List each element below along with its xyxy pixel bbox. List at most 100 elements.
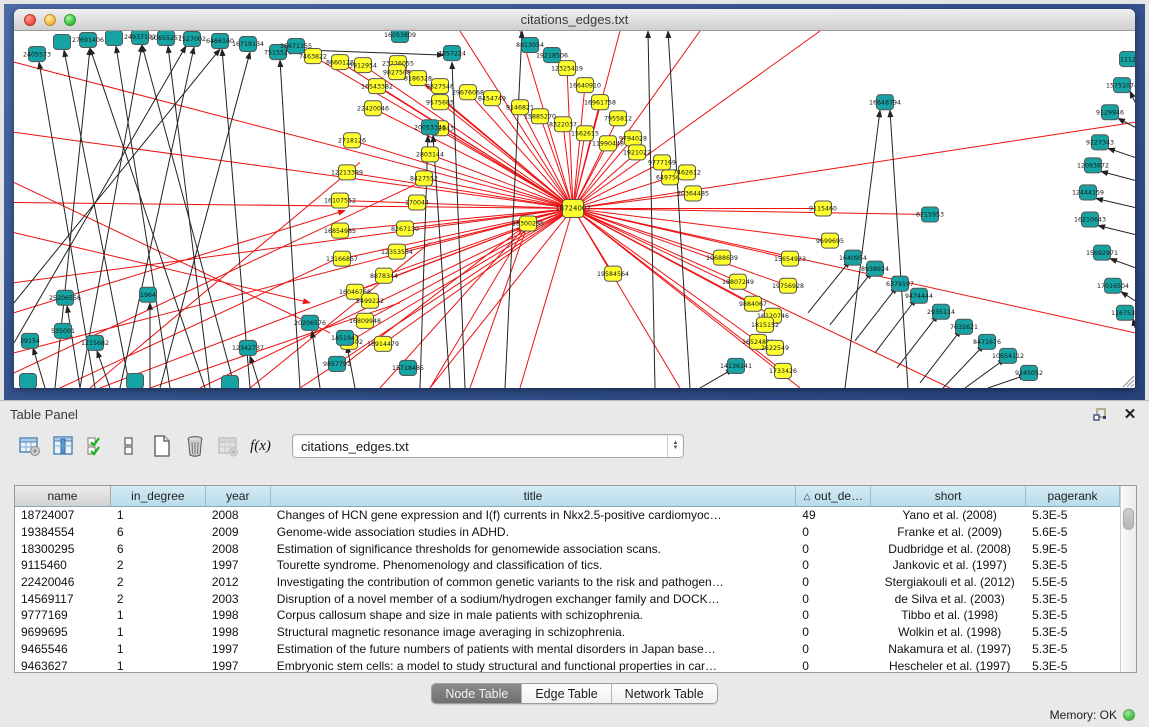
network-edge[interactable]	[384, 208, 573, 275]
table-row[interactable]: 2242004622012Investigating the contribut…	[15, 574, 1120, 591]
network-edge[interactable]	[280, 60, 300, 388]
network-edge[interactable]	[505, 31, 522, 388]
network-node[interactable]	[20, 373, 37, 388]
network-edge[interactable]	[890, 110, 908, 388]
network-node[interactable]: 19756928	[772, 278, 804, 293]
network-edge[interactable]	[830, 272, 872, 325]
network-node[interactable]: 7857224	[438, 46, 466, 61]
network-edge[interactable]	[1130, 91, 1135, 102]
network-node[interactable]: 9857791	[323, 356, 351, 371]
network-view-window[interactable]: citations_edges.txt 24055732769140624937…	[14, 9, 1135, 388]
network-node[interactable]: 1733426	[769, 363, 797, 378]
network-edge[interactable]	[397, 208, 573, 251]
network-edge[interactable]	[668, 31, 690, 388]
network-node[interactable]: 535001	[51, 323, 75, 338]
column-header-title[interactable]: title	[271, 486, 797, 506]
network-node[interactable]: 27691406	[72, 33, 104, 48]
function-builder-icon[interactable]: f(x)	[247, 433, 274, 460]
network-node[interactable]: 8878344	[370, 268, 398, 283]
row-height-icon[interactable]	[115, 433, 142, 460]
network-edge[interactable]	[90, 48, 205, 388]
network-node[interactable]: 9575685	[426, 95, 454, 110]
network-node[interactable]: 6466160	[206, 34, 234, 49]
network-node[interactable]: 2935114	[927, 304, 955, 319]
network-node[interactable]: 9699695	[816, 233, 844, 248]
network-edge[interactable]	[14, 208, 573, 282]
network-node[interactable]: 15654923	[774, 251, 806, 266]
network-node[interactable]: 17016504	[1097, 278, 1129, 293]
network-edge[interactable]	[14, 49, 220, 303]
table-row[interactable]: 911546021997Tourette syndrome. Phenomeno…	[15, 557, 1120, 574]
network-node[interactable]	[222, 375, 239, 388]
network-node[interactable]: 9245052	[1015, 365, 1043, 380]
network-edge[interactable]	[14, 132, 573, 208]
network-node[interactable]: 16719134	[232, 37, 264, 52]
network-edge[interactable]	[1096, 198, 1135, 207]
float-window-icon[interactable]	[1091, 407, 1109, 423]
column-header-year[interactable]: year	[206, 486, 271, 506]
tab-network-table[interactable]: Network Table	[612, 684, 717, 703]
network-node[interactable]: 16640910	[569, 78, 601, 93]
network-canvas[interactable]: 2405573276914062493719110655257152700264…	[14, 31, 1135, 388]
network-node[interactable]: 8938924	[861, 261, 889, 276]
close-light-icon[interactable]	[24, 14, 36, 26]
network-node[interactable]: 1215682	[81, 335, 109, 350]
network-edge[interactable]	[116, 46, 170, 388]
network-edge[interactable]	[430, 154, 573, 208]
network-node[interactable]: 8427552	[410, 171, 438, 186]
network-edge[interactable]	[377, 86, 573, 208]
network-edge[interactable]	[1098, 226, 1135, 235]
import-table-icon[interactable]	[214, 433, 241, 460]
network-node[interactable]: 8471676	[973, 334, 1001, 349]
window-titlebar[interactable]: citations_edges.txt	[14, 9, 1135, 31]
network-edge[interactable]	[573, 31, 700, 208]
network-edge[interactable]	[1108, 148, 1135, 157]
network-node[interactable]: 39154	[20, 333, 40, 348]
network-edge[interactable]	[142, 45, 235, 388]
network-node[interactable]: 25206556	[49, 290, 81, 305]
delete-column-icon[interactable]	[181, 433, 208, 460]
table-row[interactable]: 1872400712008Changes of HCN gene express…	[15, 507, 1120, 524]
network-node[interactable]: 16961758	[584, 95, 616, 110]
network-node[interactable]: 1112	[1120, 52, 1136, 67]
network-edge[interactable]	[808, 261, 850, 313]
create-column-icon[interactable]	[148, 433, 175, 460]
network-node[interactable]: 12342737	[232, 340, 264, 355]
combo-spinner-icon[interactable]: ▲▼	[667, 435, 683, 457]
network-node[interactable]: 8215953	[916, 207, 944, 222]
network-node[interactable]: 7955812	[604, 111, 632, 126]
network-edge[interactable]	[897, 315, 938, 368]
network-node[interactable]: 15692971	[1086, 245, 1118, 260]
network-node[interactable]: 19584564	[597, 266, 629, 281]
network-edge[interactable]	[943, 345, 984, 388]
network-edge[interactable]	[90, 162, 360, 388]
network-node[interactable]	[106, 31, 123, 46]
network-edge[interactable]	[120, 47, 194, 388]
network-node[interactable]: 12213389	[331, 165, 363, 180]
network-node[interactable]: 9474444	[905, 288, 933, 303]
network-node[interactable]: 2405573	[23, 47, 51, 62]
zoom-light-icon[interactable]	[64, 14, 76, 26]
network-node[interactable]: 1640954	[839, 250, 867, 265]
column-header-out_de[interactable]: △out_de…	[796, 486, 871, 506]
network-node[interactable]: 16210643	[1074, 212, 1106, 227]
network-node[interactable]	[54, 35, 71, 50]
tab-edge-table[interactable]: Edge Table	[522, 684, 611, 703]
column-header-in_degree[interactable]: in_degree	[111, 486, 206, 506]
network-edge[interactable]	[222, 49, 250, 388]
table-selector[interactable]: citations_edges.txt ▲▼	[292, 434, 684, 458]
network-node[interactable]: 1167533	[1111, 305, 1135, 320]
network-node[interactable]: 1964	[140, 287, 157, 302]
network-node[interactable]: 1527002	[178, 32, 206, 47]
network-edge[interactable]	[14, 62, 573, 208]
table-row[interactable]: 946554611997Estimation of the future num…	[15, 641, 1120, 658]
close-icon[interactable]: ✕	[1121, 407, 1139, 423]
table-row[interactable]: 1938455462009Genome-wide association stu…	[15, 524, 1120, 541]
network-edge[interactable]	[1121, 292, 1135, 301]
network-edge[interactable]	[573, 208, 722, 257]
table-row[interactable]: 969969511998Structural magnetic resonanc…	[15, 624, 1120, 641]
tab-node-table[interactable]: Node Table	[432, 684, 522, 703]
network-node[interactable]: 16543382	[361, 79, 393, 94]
table-scrollbar[interactable]	[1120, 486, 1136, 672]
network-node[interactable]: 15718485	[392, 360, 424, 375]
